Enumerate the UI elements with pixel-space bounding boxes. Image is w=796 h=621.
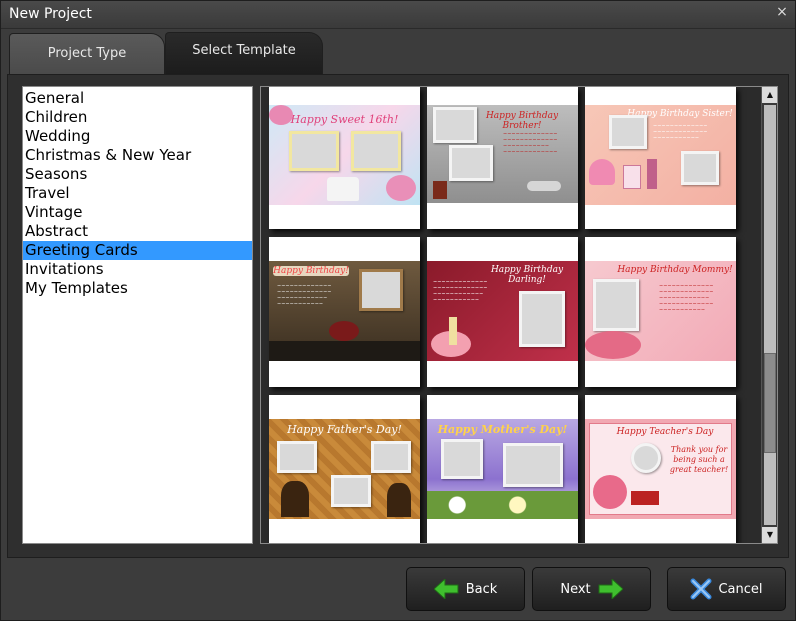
window-title: New Project [9,6,92,22]
card-message: ~~~~~~~~~~~~~ ~~~~~~~~~~~~~ ~~~~~~~~~~~ [653,123,708,141]
template-caption: Happy Mother's Day! [437,423,568,436]
bottle-decoration [647,159,657,189]
card-message: ~~~~~~~~~~~~~~~~~~~~~~~~~~~~~~~~~~~~~~~~… [433,279,488,303]
template-tile-birthday-mommy[interactable]: Happy Birthday Mommy! ~~~~~~~~~~~~~ ~~~~~… [585,237,736,387]
template-gallery: Happy Sweet 16th! Happy Birthday Brother… [260,86,778,544]
template-tile-birthday-brother[interactable]: Happy Birthday Brother! ~~~~~~~~~~~~~ ~~~… [427,87,578,229]
category-item-general[interactable]: General [23,89,252,108]
photo-placeholder [441,439,483,479]
category-item-greeting-cards[interactable]: Greeting Cards [23,241,252,260]
template-caption: Happy Father's Day! [287,423,402,436]
category-item-abstract[interactable]: Abstract [23,222,252,241]
category-item-children[interactable]: Children [23,108,252,127]
cancel-button-label: Cancel [718,581,763,597]
template-tile-birthday-sister[interactable]: Happy Birthday Sister! ~~~~~~~~~~~~~ ~~~~… [585,87,736,229]
title-bar: New Project × [1,1,795,29]
scroll-up-arrow-icon[interactable]: ▲ [762,87,777,103]
champagne-decoration [449,317,457,345]
category-item-vintage[interactable]: Vintage [23,203,252,222]
card-message: ~~~~~~~~~~~~~~~~~~~~~~~~~~~~~~~~~~~~~~~~… [277,283,332,307]
scrollbar-thumb[interactable] [764,353,776,453]
flower-decoration [269,105,293,125]
silhouette-decoration [281,481,309,517]
gift-decoration [433,181,447,199]
card-message: ~~~~~~~~~~~~~~~~~~~~~~~~~~~~~~~~~~~~~~~~… [503,131,558,155]
close-icon[interactable]: × [775,5,789,19]
photo-placeholder [503,443,563,487]
new-project-dialog: New Project × Project Type Select Templa… [0,0,796,621]
template-tile-mothers-day[interactable]: Happy Mother's Day! [427,395,578,543]
photo-placeholder [631,443,661,473]
photo-placeholder [519,291,565,347]
flower-decoration [386,175,416,201]
back-button-label: Back [465,581,498,597]
next-button[interactable]: Next [532,567,651,611]
photo-placeholder [289,131,339,171]
back-button[interactable]: Back [406,567,525,611]
scrollbar-track[interactable] [764,105,776,525]
silhouette-decoration [387,483,411,517]
tab-strip: Project Type Select Template [7,29,789,76]
photo-placeholder [609,115,647,149]
category-item-my-templates[interactable]: My Templates [23,279,252,298]
template-caption: Happy Birthday Mommy! [617,265,733,275]
arrow-left-icon [433,579,459,599]
cake-decoration [329,321,359,341]
photo-placeholder [359,269,403,311]
cupcake-decoration [589,159,615,185]
template-caption: Happy Birthday Brother! [485,111,559,131]
template-tile-birthday-vintage[interactable]: Happy Birthday! ~~~~~~~~~~~~~ ~~~~~~~~~~~… [269,237,420,387]
tab-select-template[interactable]: Select Template [165,32,323,75]
cake-decoration [327,177,359,201]
template-tile-teachers-day[interactable]: Happy Teacher's Day Thank you for being … [585,395,736,543]
photo-placeholder [331,475,371,507]
flower-decoration [427,491,578,519]
perfume-decoration [623,165,641,189]
piano-decoration [269,341,420,361]
tab-project-type[interactable]: Project Type [9,33,165,76]
template-tile-birthday-darling[interactable]: Happy Birthday Darling! ~~~~~~~~~~~~~ ~~~… [427,237,578,387]
flower-pot-decoration [593,475,627,509]
photo-placeholder [351,131,401,171]
category-list[interactable]: General Children Wedding Christmas & New… [22,86,253,544]
next-button-label: Next [560,581,591,597]
template-caption: Happy Birthday! [273,266,349,276]
category-item-wedding[interactable]: Wedding [23,127,252,146]
gallery-scrollbar[interactable]: ▲ ▼ [761,87,777,543]
card-message: ~~~~~~~~~~~~~~~~~~~~~~~~~~~~~~~~~~~~~~~~… [659,283,714,313]
x-icon [690,578,712,600]
rose-decoration [585,331,641,359]
category-item-travel[interactable]: Travel [23,184,252,203]
photo-placeholder [433,107,477,143]
arrow-right-icon [598,579,623,599]
template-subcaption: Thank you for being such a great teacher… [669,445,729,474]
cancel-button[interactable]: Cancel [667,567,786,611]
template-tile-sweet-16[interactable]: Happy Sweet 16th! [269,87,420,229]
car-decoration [527,181,561,191]
photo-placeholder [371,441,411,473]
category-item-seasons[interactable]: Seasons [23,165,252,184]
photo-placeholder [277,441,317,473]
category-item-invitations[interactable]: Invitations [23,260,252,279]
template-tile-fathers-day[interactable]: Happy Father's Day! [269,395,420,543]
books-decoration [631,491,659,505]
category-item-christmas-new-year[interactable]: Christmas & New Year [23,146,252,165]
photo-placeholder [681,151,719,185]
template-panel: General Children Wedding Christmas & New… [7,74,789,558]
photo-placeholder [449,145,493,181]
scroll-down-arrow-icon[interactable]: ▼ [762,527,777,543]
photo-placeholder [593,279,639,331]
template-caption: Happy Teacher's Day [616,427,714,437]
